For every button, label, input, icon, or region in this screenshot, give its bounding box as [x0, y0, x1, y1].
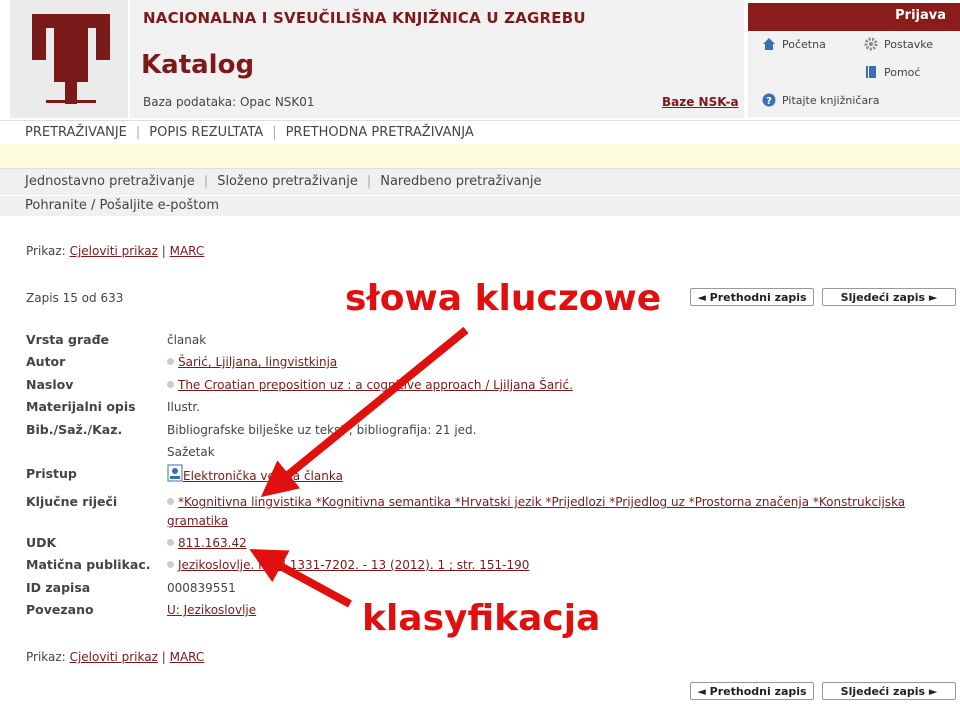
view-switcher-bottom: Prikaz: Cjeloviti prikaz | MARC — [26, 650, 204, 664]
record-position: Zapis 15 od 633 — [26, 291, 124, 305]
prev-record-button-bottom[interactable]: ◄ Prethodni zapis — [690, 682, 814, 700]
nav-results[interactable]: POPIS REZULTATA — [149, 125, 263, 140]
catalog-title: Katalog — [141, 50, 255, 80]
view-switcher-top: Prikaz: Cjeloviti prikaz | MARC — [26, 244, 204, 258]
view-label: Prikaz: — [26, 650, 66, 664]
home-label: Početna — [782, 37, 826, 51]
field-label-keywords: Ključne riječi — [26, 494, 118, 509]
gear-icon — [864, 37, 878, 51]
library-logo-icon — [32, 14, 110, 104]
help-label: Pomoć — [884, 65, 921, 79]
full-view-link[interactable]: Cjeloviti prikaz — [70, 650, 158, 664]
field-label-access: Pristup — [26, 466, 77, 481]
nav-previous-searches[interactable]: PRETHODNA PRETRAŽIVANJA — [286, 125, 474, 140]
marc-view-link[interactable]: MARC — [170, 244, 205, 258]
bullet-icon — [167, 381, 174, 388]
field-value-title: The Croatian preposition uz : a cognitiv… — [167, 378, 573, 392]
annotation-classification: klasyfikacja — [362, 598, 601, 639]
keywords-link-cont[interactable]: gramatika — [167, 514, 228, 528]
field-value-author: Šarić, Ljiljana, lingvistkinja — [167, 355, 337, 369]
save-email-link[interactable]: Pohranite / Pošaljite e-poštom — [25, 198, 219, 213]
user-panel: Prijava Početna Postavke Pomoć ? Pitajte… — [748, 3, 960, 117]
search-type-nav: Jednostavno pretraživanje | Složeno pret… — [0, 168, 960, 196]
field-label-physical: Materijalni opis — [26, 399, 136, 414]
ask-librarian-link[interactable]: ? Pitajte knjižničara — [762, 93, 879, 107]
field-value-keywords: *Kognitivna lingvistika *Kognitivna sema… — [167, 495, 905, 509]
svg-text:?: ? — [766, 96, 772, 107]
view-separator: | — [161, 650, 166, 664]
author-link[interactable]: Šarić, Ljiljana, lingvistkinja — [178, 355, 337, 369]
nav-simple-search[interactable]: Jednostavno pretraživanje — [25, 174, 195, 189]
field-value-parent: Jezikoslovlje. ISSN 1331-7202. - 13 (201… — [167, 558, 529, 572]
nav-separator: | — [203, 174, 209, 189]
field-value-id: 000839551 — [167, 581, 236, 595]
field-label-title: Naslov — [26, 377, 74, 392]
home-icon — [763, 38, 775, 50]
view-label: Prikaz: — [26, 244, 66, 258]
bullet-icon — [167, 539, 174, 546]
library-name: NACIONALNA I SVEUČILIŠNA KNJIŽNICA U ZAG… — [143, 9, 586, 27]
keywords-link[interactable]: *Kognitivna lingvistika *Kognitivna sema… — [178, 495, 905, 509]
databases-link[interactable]: Baze NSK-a — [662, 95, 739, 109]
annotation-keywords: słowa kluczowe — [345, 278, 662, 319]
actions-nav: Pohranite / Pošaljite e-poštom — [0, 195, 960, 216]
prev-record-button[interactable]: ◄ Prethodni zapis — [690, 288, 814, 306]
question-icon: ? — [762, 93, 776, 107]
message-strip — [0, 144, 960, 168]
book-icon — [866, 66, 876, 78]
home-link[interactable]: Početna — [762, 37, 826, 51]
settings-link[interactable]: Postavke — [864, 37, 933, 51]
ask-librarian-label: Pitajte knjižničara — [782, 93, 880, 107]
header: NACIONALNA I SVEUČILIŠNA KNJIŽNICA U ZAG… — [0, 0, 960, 120]
bullet-icon — [167, 358, 174, 365]
document-icon — [167, 464, 183, 482]
help-link[interactable]: Pomoć — [864, 65, 920, 79]
field-value-related: U: Jezikoslovlje — [167, 603, 256, 617]
nav-separator: | — [366, 174, 372, 189]
field-label-udk: UDK — [26, 535, 57, 550]
field-label-type: Vrsta građe — [26, 332, 110, 347]
bullet-icon — [167, 561, 174, 568]
nav-search[interactable]: PRETRAŽIVANJE — [25, 125, 127, 140]
login-button[interactable]: Prijava — [748, 3, 960, 31]
field-label-related: Povezano — [26, 602, 94, 617]
electronic-version-link[interactable]: Elektronička verzija članka — [183, 469, 343, 483]
udk-link[interactable]: 811.163.42 — [178, 536, 247, 550]
next-record-button[interactable]: Sljedeći zapis ► — [822, 288, 956, 306]
field-value-physical: Ilustr. — [167, 400, 201, 414]
title-link[interactable]: The Croatian preposition uz : a cognitiv… — [178, 378, 573, 392]
next-record-button-bottom[interactable]: Sljedeći zapis ► — [822, 682, 956, 700]
full-view-link[interactable]: Cjeloviti prikaz — [70, 244, 158, 258]
settings-label: Postavke — [884, 37, 934, 51]
nav-separator: | — [135, 125, 141, 140]
bullet-icon — [167, 498, 174, 505]
field-label-bibliography: Bib./Saž./Kaz. — [26, 422, 123, 437]
logo-box — [10, 0, 128, 118]
field-value-type: članak — [167, 333, 207, 347]
parent-link[interactable]: Jezikoslovlje. ISSN 1331-7202. - 13 (201… — [178, 558, 529, 572]
main-nav: PRETRAŽIVANJE | POPIS REZULTATA | PRETHO… — [0, 120, 960, 145]
field-value-abstract: Sažetak — [167, 445, 215, 459]
marc-view-link[interactable]: MARC — [170, 650, 205, 664]
related-link[interactable]: U: Jezikoslovlje — [167, 603, 256, 617]
nav-command-search[interactable]: Naredbeno pretraživanje — [380, 174, 541, 189]
field-label-id: ID zapisa — [26, 580, 91, 595]
field-value-keywords-cont: gramatika — [167, 514, 228, 528]
field-value-access: Elektronička verzija članka — [167, 464, 343, 483]
field-value-bibliography: Bibliografske bilješke uz tekst ; biblio… — [167, 423, 477, 437]
nav-advanced-search[interactable]: Složeno pretraživanje — [217, 174, 358, 189]
field-label-parent: Matična publikac. — [26, 557, 151, 572]
view-separator: | — [161, 244, 166, 258]
nav-separator: | — [272, 125, 277, 140]
field-value-udk: 811.163.42 — [167, 536, 247, 550]
database-label: Baza podataka: Opac NSK01 — [143, 95, 315, 109]
field-label-author: Autor — [26, 354, 66, 369]
